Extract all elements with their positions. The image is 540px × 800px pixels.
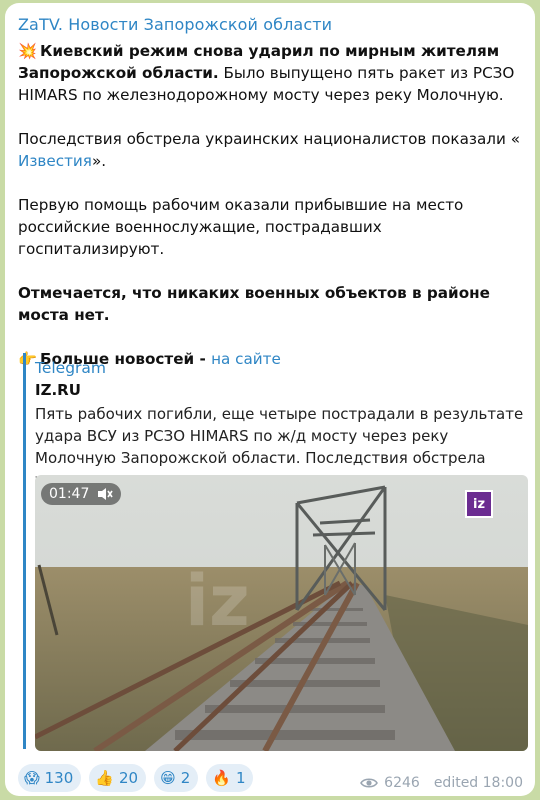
preview-source: Telegram bbox=[35, 359, 107, 377]
reaction-thumbs-up[interactable]: 👍 20 bbox=[89, 764, 147, 792]
channel-name[interactable]: ZaTV. Новости Запорожской области bbox=[18, 15, 332, 34]
reaction-count: 1 bbox=[235, 769, 246, 787]
fire-emoji-icon: 🔥 bbox=[212, 769, 231, 787]
video-time: 01:47 bbox=[49, 486, 90, 502]
iz-logo-text: iz bbox=[472, 496, 486, 512]
preview-title: IZ.RU bbox=[35, 381, 81, 399]
paragraph-2-text: Последствия обстрела украинских национал… bbox=[18, 130, 520, 148]
eye-icon bbox=[360, 778, 379, 788]
watermark-text: iz bbox=[185, 560, 250, 642]
thumbs-up-emoji-icon: 👍 bbox=[95, 769, 114, 787]
reaction-count: 20 bbox=[118, 769, 139, 787]
izvestia-link[interactable]: Известия bbox=[18, 152, 92, 170]
reaction-scream[interactable]: 😱 130 bbox=[18, 764, 82, 792]
grin-emoji-icon: 😁 bbox=[160, 769, 176, 787]
video-thumbnail[interactable]: iz 01:47 iz bbox=[35, 475, 528, 751]
reaction-fire[interactable]: 🔥 1 bbox=[206, 764, 254, 792]
video-timer[interactable]: 01:47 bbox=[41, 483, 122, 505]
paragraph-3: Первую помощь рабочим оказали прибывшие … bbox=[18, 196, 464, 258]
edited-time: edited 18:00 bbox=[433, 775, 523, 791]
collision-emoji-icon: 💥 bbox=[18, 42, 37, 60]
railway-bridge-image: iz bbox=[35, 475, 528, 751]
reaction-grin[interactable]: 😁 2 bbox=[154, 764, 199, 792]
paragraph-4-bold: Отмечается, что никаких военных объектов… bbox=[18, 284, 490, 324]
reactions-bar: 😱 130 👍 20 😁 2 🔥 1 bbox=[18, 764, 254, 792]
paragraph-2-end: ». bbox=[91, 152, 107, 170]
message-bubble: ZaTV. Новости Запорожской области 💥 Киевс… bbox=[5, 3, 535, 796]
message-meta: 6246 edited 18:00 bbox=[360, 775, 523, 791]
reaction-count: 2 bbox=[180, 769, 191, 787]
view-count: 6246 bbox=[384, 775, 420, 791]
link-preview[interactable]: Telegram IZ.RU Пять рабочих погибли, еще… bbox=[23, 353, 528, 751]
iz-logo: iz bbox=[465, 490, 493, 518]
paragraph-2: Последствия обстрела украинских национал… bbox=[18, 128, 523, 172]
message-text: 💥 Киевский режим снова ударил по мирным ж… bbox=[18, 40, 523, 392]
paragraph-1: 💥 Киевский режим снова ударил по мирным ж… bbox=[18, 40, 523, 106]
speaker-muted-icon[interactable] bbox=[97, 487, 114, 501]
scream-emoji-icon: 😱 bbox=[24, 769, 40, 787]
paragraph-4: Отмечается, что никаких военных объектов… bbox=[18, 282, 523, 326]
reaction-count: 130 bbox=[44, 769, 74, 787]
